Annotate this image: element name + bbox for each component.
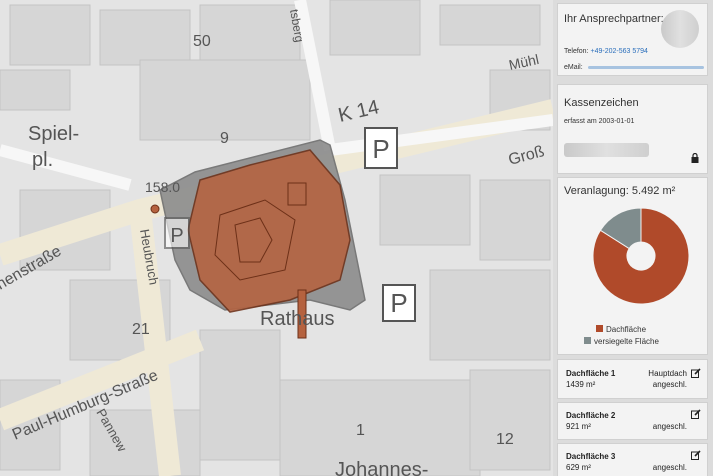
building-label-rathaus: Rathaus: [260, 308, 335, 330]
flaeche-area: 921 m²: [566, 422, 591, 431]
house-number: 12: [496, 431, 514, 448]
list-item-dachflaeche-1[interactable]: Dachfläche 1 1439 m² Hauptdach angeschl.: [557, 359, 708, 399]
flaeche-status: angeschl.: [652, 463, 687, 472]
legend-item-versiegelt: versiegelte Fläche: [584, 337, 659, 346]
list-item-dachflaeche-2[interactable]: Dachfläche 2 921 m² angeschl.: [557, 402, 708, 440]
flaeche-status: angeschl.: [652, 380, 687, 389]
edit-icon[interactable]: [691, 409, 701, 419]
house-number: 9: [220, 130, 229, 147]
flaeche-area: 629 m²: [566, 463, 591, 472]
kassenzeichen-date: erfasst am 2003-01-01: [564, 118, 635, 125]
list-item-dachflaeche-3[interactable]: Dachfläche 3 629 m² angeschl.: [557, 443, 708, 476]
parking-sign: P: [364, 127, 398, 169]
house-number: 21: [132, 321, 150, 338]
legend-label: Dachfläche: [606, 325, 647, 334]
svg-text:P: P: [372, 134, 389, 164]
svg-text:P: P: [390, 288, 407, 318]
flaeche-status: angeschl.: [652, 422, 687, 431]
kassenzeichen-title: Kassenzeichen: [564, 97, 639, 109]
edit-icon[interactable]: [691, 368, 701, 378]
map-view[interactable]: P P P K 14 50 9 21 1 12 158.0 Spiel- pl.…: [0, 0, 553, 476]
contact-title: Ihr Ansprechpartner:: [564, 13, 664, 25]
elevation-label: 158.0: [145, 179, 180, 195]
parking-sign: P: [382, 284, 416, 322]
building-label: Johannes-: [335, 459, 428, 476]
email-label: eMail:: [564, 64, 583, 71]
area-donut-chart: [592, 207, 690, 305]
legend-swatch-dach: [596, 325, 603, 332]
flaeche-type: Hauptdach: [648, 369, 687, 378]
flaeche-name: Dachfläche 3: [566, 452, 616, 461]
contact-card: Ihr Ansprechpartner: Telefon: +49-202-56…: [557, 3, 708, 76]
legend-item-dach: Dachfläche: [596, 325, 646, 334]
house-number: 1: [356, 422, 365, 439]
edit-icon[interactable]: [691, 450, 701, 460]
map-canvas[interactable]: P P P K 14 50 9 21 1 12 158.0 Spiel- pl.…: [0, 0, 553, 476]
legend-label: versiegelte Fläche: [594, 337, 659, 346]
kassenzeichen-card: Kassenzeichen erfasst am 2003-01-01: [557, 84, 708, 174]
side-panel: Ihr Ansprechpartner: Telefon: +49-202-56…: [553, 0, 713, 476]
lock-icon: [691, 153, 699, 163]
house-number: 50: [193, 33, 211, 50]
veranlagung-card: Veranlagung: 5.492 m² Dachfläche versieg…: [557, 177, 708, 355]
phone-row: Telefon: +49-202-563 5794: [564, 48, 648, 55]
email-link[interactable]: [588, 66, 704, 69]
phone-link[interactable]: +49-202-563 5794: [590, 48, 647, 55]
veranlagung-title: Veranlagung: 5.492 m²: [564, 185, 676, 197]
poi-label: Spiel-: [28, 123, 79, 145]
kassenzeichen-value: [564, 143, 649, 157]
contact-avatar: [661, 10, 699, 48]
poi-label: pl.: [32, 149, 53, 171]
legend-swatch-versiegelt: [584, 337, 591, 344]
flaeche-name: Dachfläche 2: [566, 411, 616, 420]
flaeche-name: Dachfläche 1: [566, 369, 616, 378]
phone-label: Telefon:: [564, 48, 589, 55]
parking-sign: P: [164, 217, 190, 249]
svg-text:P: P: [170, 225, 183, 247]
flaeche-area: 1439 m²: [566, 380, 596, 389]
